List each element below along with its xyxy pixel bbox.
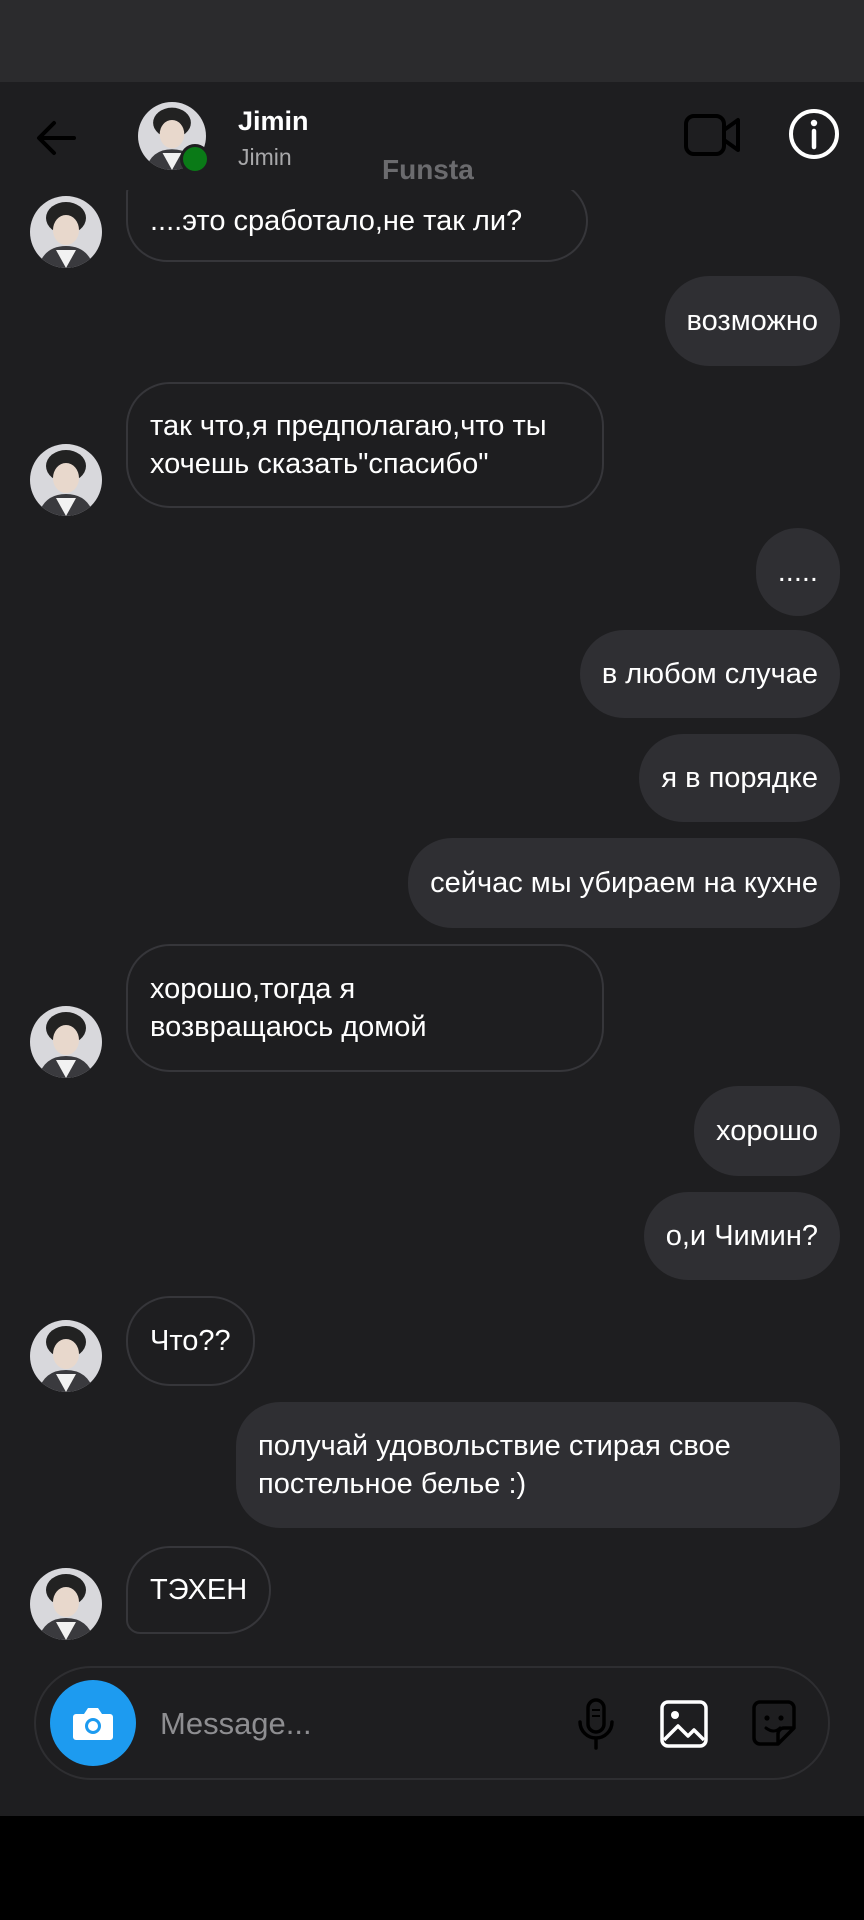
message-input[interactable] [158, 1698, 462, 1750]
camera-button[interactable] [50, 1680, 136, 1766]
message-text: возможно [686, 305, 818, 337]
contact-avatar[interactable] [30, 1320, 102, 1392]
contact-avatar[interactable] [30, 196, 102, 268]
message-bubble-incoming[interactable]: ТЭХЕН [126, 1546, 272, 1634]
message-bubble-outgoing[interactable]: о,и Чимин? [643, 1192, 840, 1280]
message-text: ТЭХЕН [150, 1574, 248, 1606]
gallery-icon [660, 1700, 708, 1748]
message-text: ....это сработало,не так ли? [150, 205, 523, 237]
message-bubble-incoming[interactable]: хорошо,тогда я возвращаюсь домой [126, 944, 604, 1072]
message-bubble-outgoing[interactable]: получай удовольствие стирая свое постель… [236, 1402, 840, 1528]
microphone-icon [578, 1698, 614, 1750]
chat-header: Jimin Jimin Funsta [0, 82, 864, 190]
info-icon [789, 109, 839, 159]
microphone-button[interactable] [566, 1694, 626, 1754]
arrow-left-icon [37, 121, 76, 155]
message-bubble-outgoing[interactable]: возможно [664, 276, 840, 366]
video-call-button[interactable] [682, 108, 742, 162]
message-bubble-outgoing[interactable]: ..... [755, 528, 840, 616]
camera-icon [73, 1708, 113, 1740]
message-bubble-outgoing[interactable]: я в порядке [639, 734, 840, 822]
message-text: так что,я предполагаю,что ты хочешь сказ… [150, 410, 547, 480]
info-button[interactable] [786, 106, 842, 162]
contact-avatar[interactable] [30, 1006, 102, 1078]
sticker-icon [752, 1700, 796, 1746]
gallery-button[interactable] [654, 1694, 714, 1754]
contact-avatar[interactable] [30, 1568, 102, 1640]
message-text: Что?? [150, 1325, 231, 1357]
message-bubble-incoming[interactable]: так что,я предполагаю,что ты хочешь сказ… [126, 382, 604, 508]
chat-thread[interactable]: ....это сработало,не так ли? возможно та… [0, 0, 864, 1920]
message-bubble-outgoing[interactable]: в любом случае [579, 630, 840, 718]
message-text: хорошо [716, 1115, 818, 1147]
message-text: в любом случае [601, 658, 818, 690]
message-bubble-outgoing[interactable]: сейчас мы убираем на кухне [408, 838, 840, 928]
contact-username: Jimin [238, 144, 292, 170]
sticker-button[interactable] [744, 1694, 804, 1754]
online-status-dot [180, 144, 210, 174]
message-bubble-outgoing[interactable]: хорошо [694, 1086, 840, 1176]
contact-avatar[interactable] [30, 444, 102, 516]
contact-name[interactable]: Jimin [238, 106, 309, 137]
message-text: получай удовольствие стирая свое постель… [258, 1430, 731, 1500]
message-bubble-incoming[interactable]: Что?? [126, 1296, 255, 1386]
watermark: Funsta [382, 154, 474, 185]
message-text: ..... [777, 556, 818, 588]
message-text: хорошо,тогда я возвращаюсь домой [150, 973, 427, 1043]
back-button[interactable] [30, 112, 82, 164]
message-text: сейчас мы убираем на кухне [430, 867, 818, 899]
video-call-icon [684, 114, 740, 156]
message-bubble-incoming[interactable]: ....это сработало,не так ли? [126, 180, 588, 262]
message-composer [34, 1666, 830, 1780]
message-text: о,и Чимин? [665, 1220, 818, 1252]
system-navigation-bar [0, 1816, 864, 1920]
message-text: я в порядке [661, 762, 818, 794]
